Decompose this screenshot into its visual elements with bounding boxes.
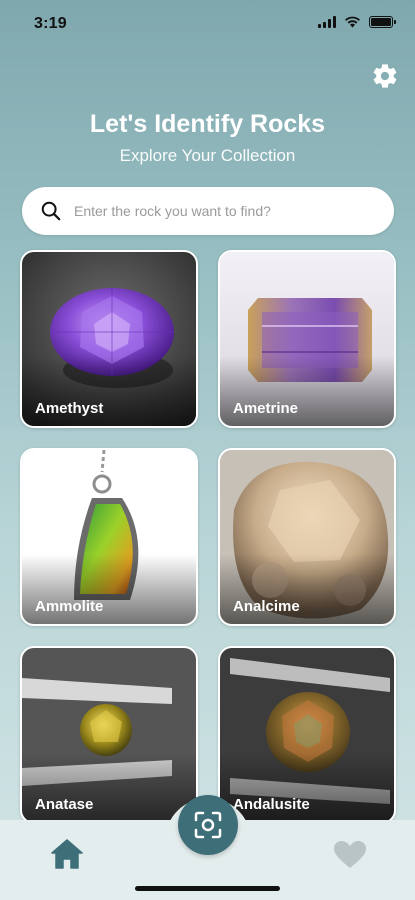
signal-icon: [318, 16, 336, 28]
rock-card-label: Amethyst: [35, 400, 104, 417]
rock-card-andalusite[interactable]: Andalusite: [218, 646, 396, 824]
search-icon: [41, 201, 61, 221]
rock-card-label: Ametrine: [233, 400, 299, 417]
rock-card-label: Andalusite: [233, 796, 310, 813]
page-title: Let's Identify Rocks: [89, 110, 326, 138]
rock-card-label: Anatase: [35, 796, 94, 813]
scan-icon: [194, 811, 222, 839]
rock-card-amethyst[interactable]: Amethyst: [20, 250, 198, 428]
home-icon: [51, 839, 83, 869]
scan-button[interactable]: [178, 795, 238, 855]
status-bar: 3:19: [0, 0, 415, 46]
search-input[interactable]: [74, 187, 394, 235]
gear-icon: [373, 64, 397, 88]
rock-card-label: Analcime: [233, 598, 300, 615]
rock-card-label: Ammolite: [35, 598, 104, 615]
heart-icon: [334, 841, 366, 868]
tab-favorites[interactable]: [333, 840, 367, 870]
search-bar[interactable]: [22, 187, 394, 235]
settings-button[interactable]: [371, 62, 399, 90]
rock-card-ammolite[interactable]: Ammolite: [20, 448, 198, 626]
page-subtitle: Explore Your Collection: [119, 146, 296, 165]
rock-card-analcime[interactable]: Analcime: [218, 448, 396, 626]
status-icons: [318, 16, 396, 28]
home-indicator: [135, 886, 280, 891]
rock-card-anatase[interactable]: Anatase: [20, 646, 198, 824]
rock-card-ametrine[interactable]: Ametrine: [218, 250, 396, 428]
wifi-icon: [345, 16, 360, 28]
status-time: 3:19: [34, 15, 67, 32]
tab-home[interactable]: [50, 838, 84, 870]
battery-icon: [369, 16, 396, 28]
